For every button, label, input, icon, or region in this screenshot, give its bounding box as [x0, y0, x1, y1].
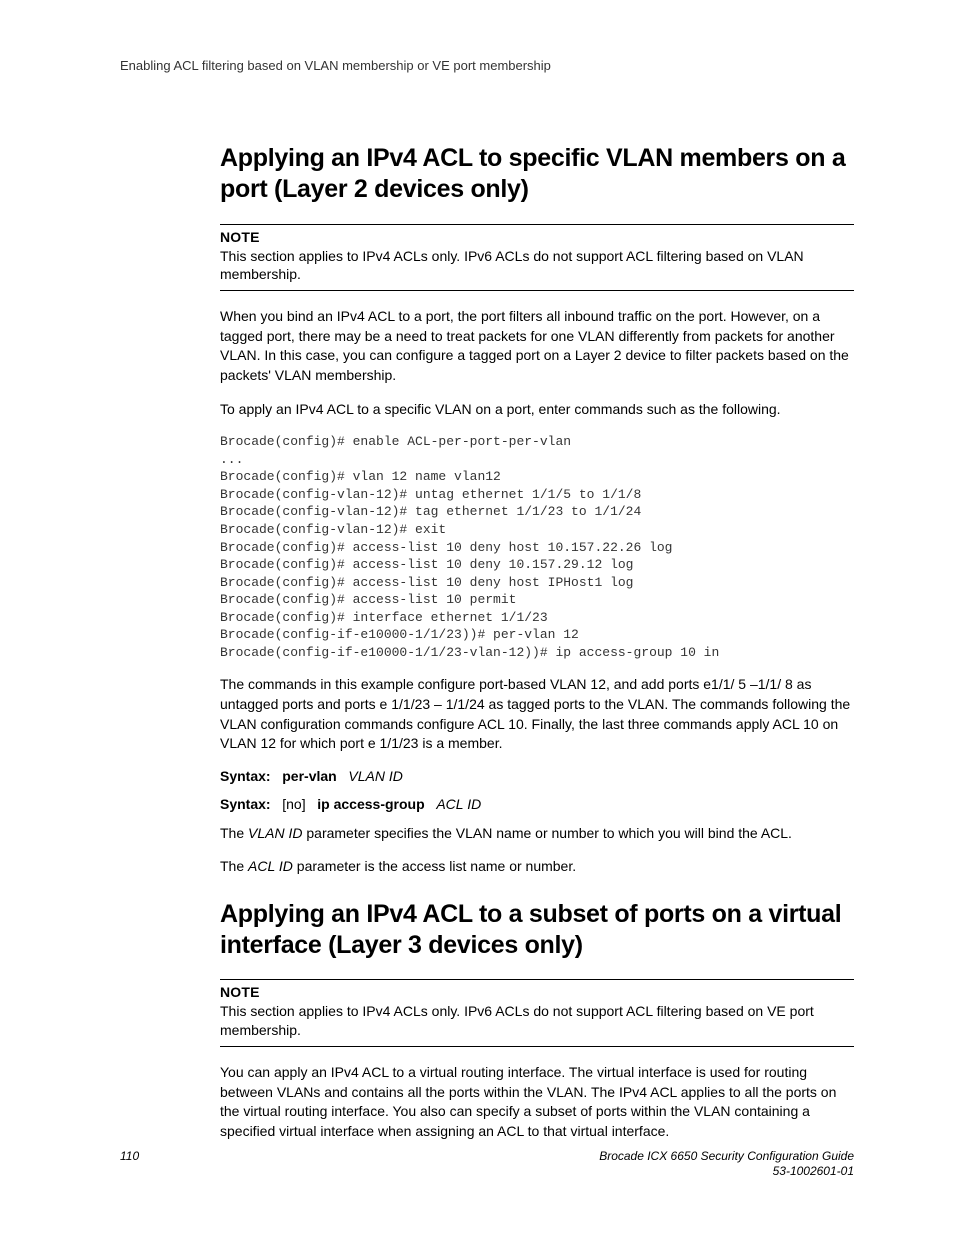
doc-info: Brocade ICX 6650 Security Configuration …	[599, 1149, 854, 1180]
section2-heading: Applying an IPv4 ACL to a subset of port…	[220, 899, 854, 962]
syntax-line-2: Syntax: [no] ip access-group ACL ID	[220, 796, 854, 812]
syntax-var: ACL ID	[436, 796, 481, 812]
main-content: Applying an IPv4 ACL to specific VLAN me…	[220, 143, 854, 1142]
doc-number: 53-1002601-01	[773, 1164, 854, 1178]
section1-p3: The commands in this example configure p…	[220, 675, 854, 753]
section2-p1: You can apply an IPv4 ACL to a virtual r…	[220, 1063, 854, 1141]
note-box-2: NOTE This section applies to IPv4 ACLs o…	[220, 979, 854, 1047]
page-number: 110	[120, 1149, 139, 1163]
section1-p4: The VLAN ID parameter specifies the VLAN…	[220, 824, 854, 844]
syntax-keyword: per-vlan	[282, 768, 336, 784]
section1-p1: When you bind an IPv4 ACL to a port, the…	[220, 307, 854, 385]
note-text: This section applies to IPv4 ACLs only. …	[220, 247, 854, 285]
section1-heading: Applying an IPv4 ACL to specific VLAN me…	[220, 143, 854, 206]
text: parameter is the access list name or num…	[293, 858, 576, 874]
text: parameter specifies the VLAN name or num…	[302, 825, 791, 841]
note-text: This section applies to IPv4 ACLs only. …	[220, 1002, 854, 1040]
section1-p2: To apply an IPv4 ACL to a specific VLAN …	[220, 400, 854, 420]
var-text: VLAN ID	[248, 825, 302, 841]
page: Enabling ACL filtering based on VLAN mem…	[0, 0, 954, 1142]
section1-p5: The ACL ID parameter is the access list …	[220, 857, 854, 877]
syntax-keyword: ip access-group	[317, 796, 424, 812]
running-header: Enabling ACL filtering based on VLAN mem…	[120, 58, 854, 73]
syntax-line-1: Syntax: per-vlan VLAN ID	[220, 768, 854, 784]
text: The	[220, 825, 248, 841]
var-text: ACL ID	[248, 858, 293, 874]
text: The	[220, 858, 248, 874]
note-label: NOTE	[220, 984, 854, 1000]
syntax-var: VLAN ID	[348, 768, 402, 784]
syntax-optional: [no]	[282, 796, 305, 812]
syntax-label: Syntax:	[220, 768, 271, 784]
note-box-1: NOTE This section applies to IPv4 ACLs o…	[220, 224, 854, 292]
page-footer: 110 Brocade ICX 6650 Security Configurat…	[120, 1149, 854, 1180]
note-label: NOTE	[220, 229, 854, 245]
syntax-label: Syntax:	[220, 796, 271, 812]
doc-title: Brocade ICX 6650 Security Configuration …	[599, 1149, 854, 1163]
code-block-1: Brocade(config)# enable ACL-per-port-per…	[220, 433, 854, 661]
